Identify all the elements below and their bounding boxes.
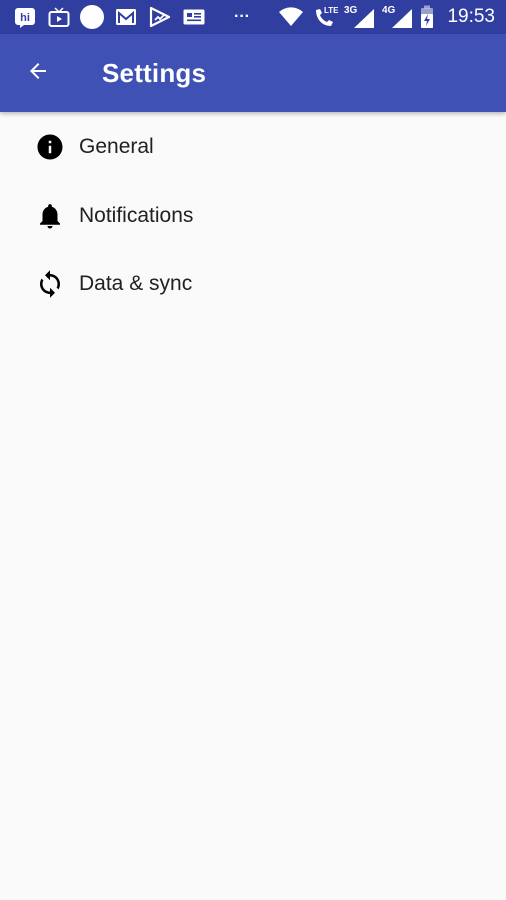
wifi-icon — [278, 7, 304, 27]
play-icon — [149, 7, 171, 27]
signal-3g-icon: 3G — [344, 5, 376, 28]
arrow-back-icon — [26, 59, 50, 88]
signal-4g-icon: 4G — [382, 5, 414, 28]
svg-text:hi: hi — [20, 12, 30, 24]
sync-icon — [35, 269, 65, 299]
back-button[interactable] — [18, 53, 58, 93]
page-title: Settings — [102, 58, 207, 88]
settings-item-notifications[interactable]: Notifications — [0, 182, 506, 250]
news-icon — [183, 7, 205, 27]
clock: 19:53 — [447, 6, 495, 27]
battery-charging-icon — [420, 5, 434, 29]
settings-item-label: Notifications — [79, 204, 194, 227]
lte-label: LTE — [324, 6, 339, 15]
gmail-icon — [115, 7, 137, 27]
more-dots-icon: ··· — [234, 8, 250, 25]
call-lte-icon: LTE — [312, 6, 339, 27]
bell-icon — [35, 201, 65, 231]
circle-icon — [80, 5, 104, 29]
settings-item-label: General — [79, 135, 154, 158]
settings-item-data-sync[interactable]: Data & sync — [0, 250, 506, 318]
settings-item-label: Data & sync — [79, 272, 193, 295]
status-bar: hi ··· LTE 3G 4G 19:53 — [0, 0, 506, 34]
info-icon — [35, 132, 65, 162]
settings-list: General Notifications Data & sync — [0, 112, 506, 318]
settings-item-general[interactable]: General — [0, 112, 506, 182]
hike-icon: hi — [14, 7, 36, 28]
app-bar: Settings — [0, 34, 506, 112]
tv-icon — [48, 7, 70, 27]
